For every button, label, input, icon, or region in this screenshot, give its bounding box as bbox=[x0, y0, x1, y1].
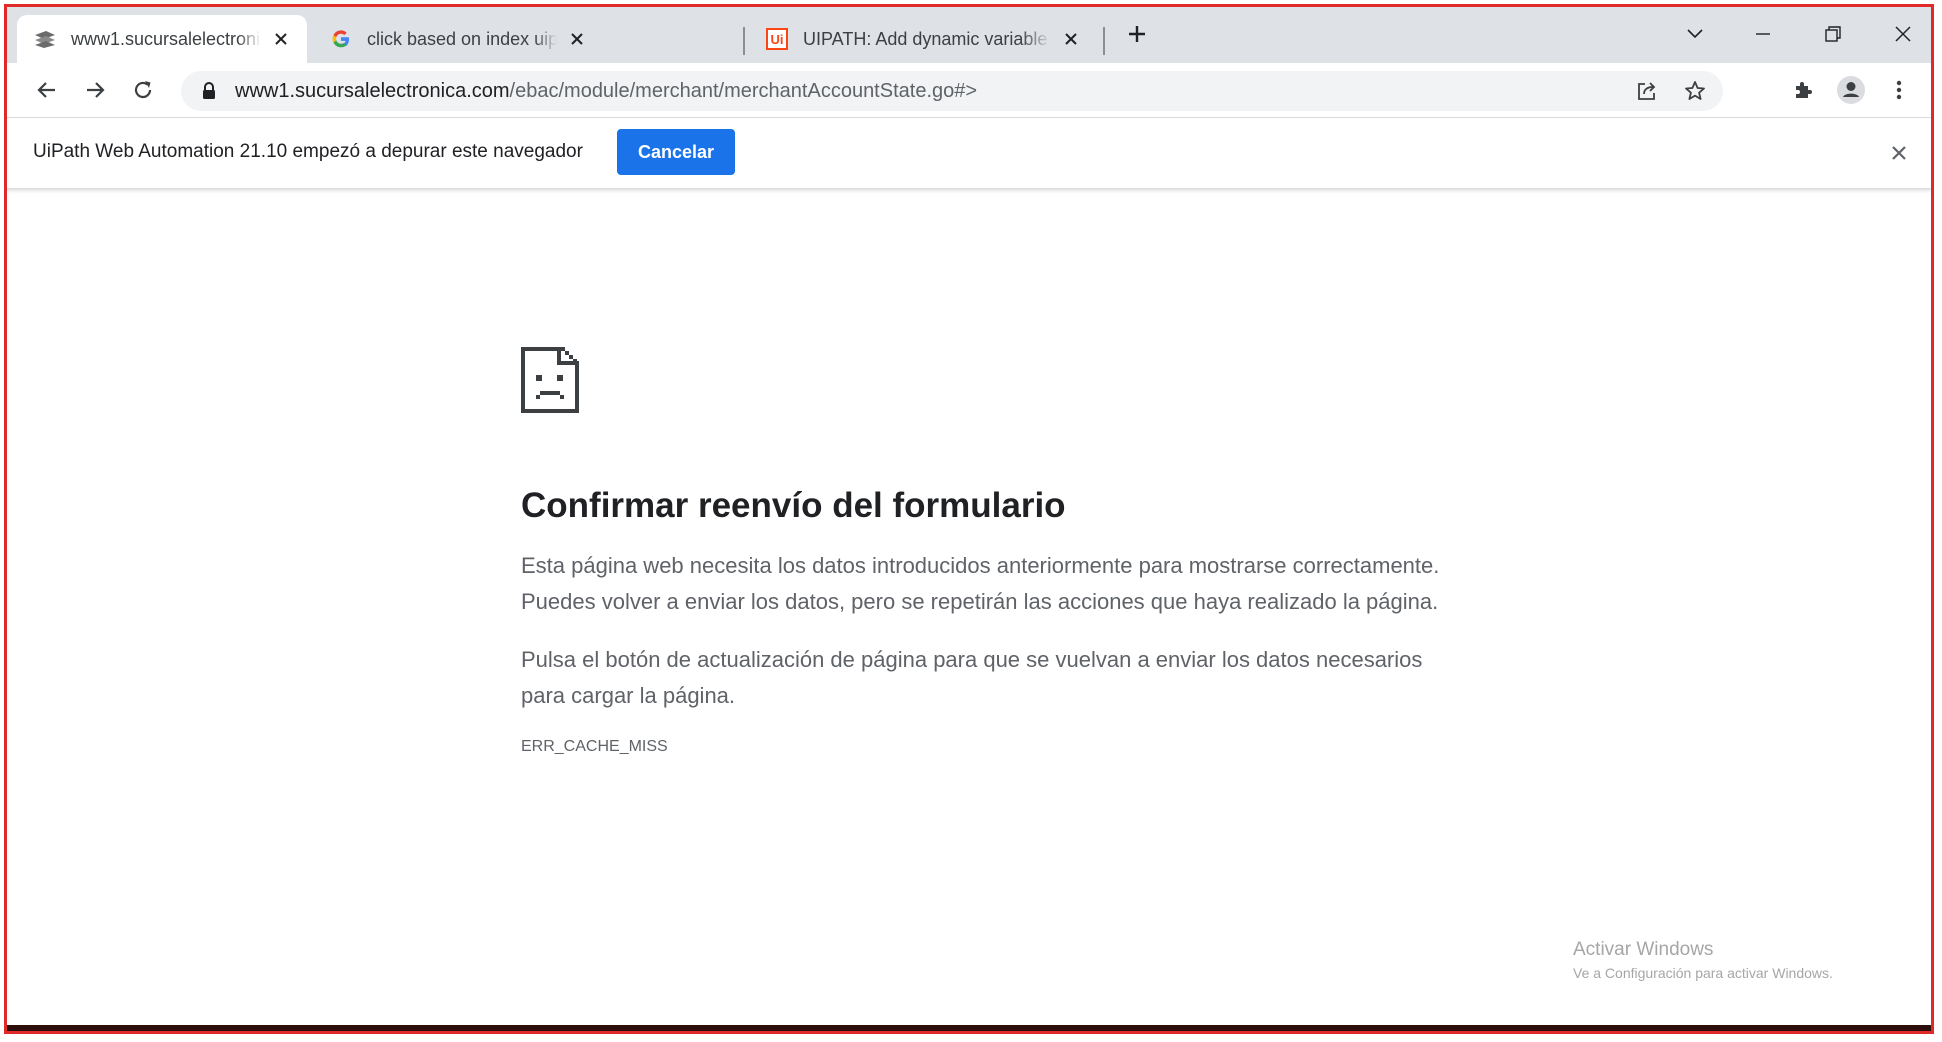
tab-strip: www1.sucursalelectronica.com click based… bbox=[7, 7, 1931, 63]
close-tab-icon[interactable] bbox=[565, 27, 589, 51]
browser-toolbar: www1.sucursalelectronica.com/ebac/module… bbox=[7, 63, 1931, 118]
browser-window: www1.sucursalelectronica.com click based… bbox=[4, 4, 1934, 1034]
bookmark-star-icon[interactable] bbox=[1681, 77, 1709, 105]
profile-avatar-icon[interactable] bbox=[1833, 72, 1869, 108]
back-arrow-icon[interactable] bbox=[29, 72, 65, 108]
close-tab-icon[interactable] bbox=[269, 27, 293, 51]
plus-icon[interactable] bbox=[1117, 17, 1157, 51]
minimize-icon[interactable] bbox=[1743, 17, 1783, 51]
tab-sucursal[interactable]: www1.sucursalelectronica.com bbox=[17, 15, 307, 63]
tab-separator bbox=[1103, 27, 1105, 55]
error-code: ERR_CACHE_MISS bbox=[521, 738, 668, 755]
tab-google-search[interactable]: click based on index uipath - Buscar con… bbox=[313, 15, 603, 63]
windows-activation-watermark: Activar Windows Ve a Configuración para … bbox=[1573, 939, 1833, 981]
chevron-down-icon[interactable] bbox=[1675, 17, 1715, 51]
error-title: Confirmar reenvío del formulario bbox=[521, 486, 1066, 525]
google-icon bbox=[329, 27, 353, 51]
error-page: Confirmar reenvío del formulario Esta pá… bbox=[521, 347, 1441, 756]
url-text[interactable]: www1.sucursalelectronica.com/ebac/module… bbox=[235, 80, 977, 103]
watermark-title: Activar Windows bbox=[1573, 939, 1714, 960]
close-tab-icon[interactable] bbox=[1059, 27, 1083, 51]
error-instruction: Pulsa el botón de actualización de págin… bbox=[521, 647, 1423, 708]
lock-icon[interactable] bbox=[199, 81, 219, 101]
tab-title: UIPATH: Add dynamic variable as index bbox=[803, 28, 1051, 49]
tab-uipath-forum[interactable]: Ui UIPATH: Add dynamic variable as index bbox=[749, 15, 1097, 63]
tab-separator bbox=[743, 27, 745, 55]
close-icon[interactable] bbox=[1883, 17, 1923, 51]
svg-text:Ui: Ui bbox=[771, 32, 784, 47]
kebab-menu-icon[interactable] bbox=[1881, 72, 1917, 108]
tab-title: www1.sucursalelectronica.com bbox=[71, 28, 261, 49]
url-host: www1.sucursalelectronica.com bbox=[235, 79, 510, 102]
tab-title: click based on index uipath - Buscar con… bbox=[367, 28, 557, 49]
url-path: /ebac/module/merchant/merchantAccountSta… bbox=[509, 79, 978, 102]
share-icon[interactable] bbox=[1633, 77, 1661, 105]
extensions-puzzle-icon[interactable] bbox=[1785, 72, 1821, 108]
taskbar-edge bbox=[7, 1025, 1931, 1031]
reload-icon[interactable] bbox=[125, 72, 161, 108]
watermark-subtitle: Ve a Configuración para activar Windows. bbox=[1573, 965, 1833, 981]
cancel-button[interactable]: Cancelar bbox=[617, 129, 735, 175]
sad-page-icon bbox=[521, 347, 579, 413]
forward-arrow-icon[interactable] bbox=[77, 72, 113, 108]
uipath-icon: Ui bbox=[765, 27, 789, 51]
error-description: Esta página web necesita los datos intro… bbox=[521, 553, 1440, 614]
address-bar[interactable]: www1.sucursalelectronica.com/ebac/module… bbox=[181, 71, 1723, 111]
site-icon bbox=[33, 27, 57, 51]
restore-icon[interactable] bbox=[1813, 17, 1853, 51]
infobar-message: UiPath Web Automation 21.10 empezó a dep… bbox=[33, 141, 583, 162]
debugging-infobar: UiPath Web Automation 21.10 empezó a dep… bbox=[7, 118, 1931, 189]
infobar-close-icon[interactable] bbox=[1887, 141, 1911, 165]
